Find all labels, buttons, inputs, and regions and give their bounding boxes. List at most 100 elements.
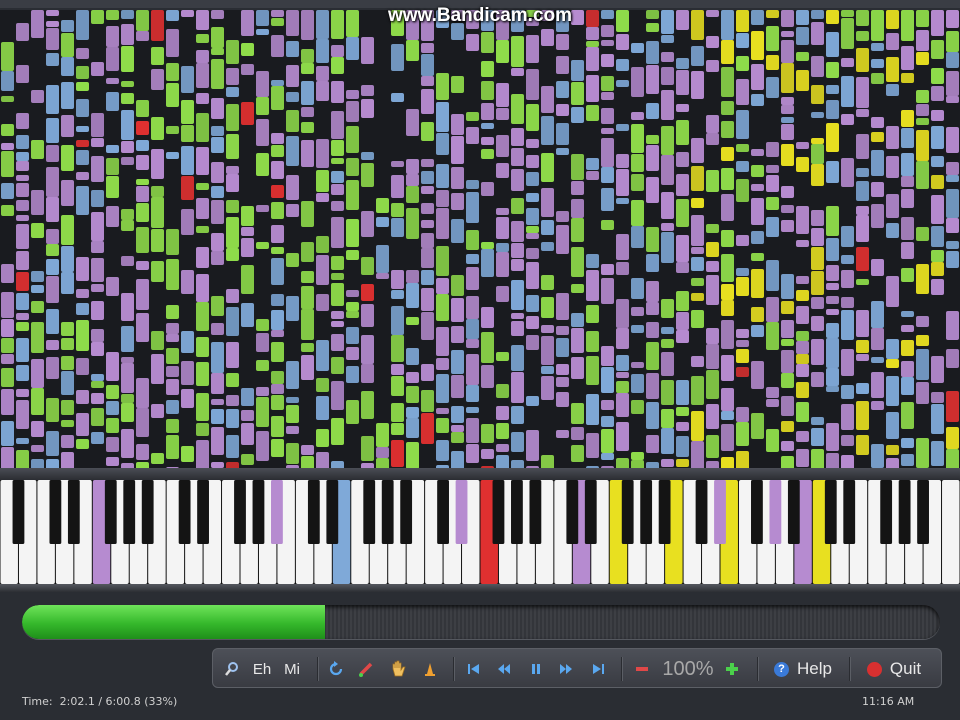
falling-note <box>601 188 614 211</box>
falling-note <box>781 350 794 373</box>
falling-note <box>856 77 869 108</box>
falling-note <box>676 407 689 416</box>
falling-note <box>451 219 464 243</box>
falling-note <box>316 39 329 63</box>
falling-note <box>886 445 899 455</box>
seek-bar[interactable] <box>22 605 940 639</box>
falling-note <box>211 48 224 55</box>
falling-note <box>736 422 749 446</box>
zoom-out-icon[interactable] <box>631 649 653 689</box>
falling-note <box>796 331 809 341</box>
falling-note <box>121 93 134 104</box>
falling-note <box>211 323 224 335</box>
falling-note <box>76 82 89 91</box>
falling-note <box>451 114 464 135</box>
falling-note <box>46 431 59 456</box>
falling-note <box>481 103 494 120</box>
falling-note <box>151 149 164 179</box>
falling-note <box>946 175 959 182</box>
quit-button[interactable]: Quit <box>857 649 931 689</box>
falling-note <box>661 409 674 428</box>
falling-note <box>931 110 944 121</box>
mi-button[interactable]: Mi <box>279 649 305 689</box>
falling-note <box>331 158 344 164</box>
falling-note <box>136 155 149 170</box>
falling-note <box>586 331 599 352</box>
falling-note <box>436 358 449 370</box>
falling-note <box>16 215 29 221</box>
zoom-in-icon[interactable] <box>721 649 743 689</box>
falling-note <box>676 152 689 167</box>
falling-note <box>736 367 749 377</box>
falling-note <box>436 294 449 321</box>
falling-note <box>931 195 944 224</box>
clock: 11:16 AM <box>862 695 915 708</box>
falling-note <box>106 145 119 153</box>
falling-note <box>661 352 674 376</box>
falling-note <box>751 184 764 191</box>
falling-note <box>496 243 509 252</box>
rewind-icon[interactable] <box>325 649 347 689</box>
falling-note <box>421 203 434 214</box>
falling-note <box>511 313 524 319</box>
falling-note <box>691 198 704 208</box>
falling-note <box>226 166 239 174</box>
falling-note <box>886 376 899 406</box>
falling-note <box>421 54 434 76</box>
falling-note <box>811 210 824 226</box>
help-button[interactable]: ? Help <box>765 649 841 689</box>
falling-note <box>391 364 404 375</box>
falling-note <box>181 100 194 124</box>
falling-note <box>856 435 869 455</box>
falling-note <box>196 113 209 142</box>
falling-note <box>781 396 794 416</box>
falling-note <box>661 52 674 62</box>
falling-note <box>241 388 254 406</box>
falling-note <box>331 171 344 183</box>
falling-note <box>256 333 269 352</box>
falling-note <box>526 193 539 202</box>
pencil-icon[interactable] <box>355 649 377 689</box>
falling-note <box>901 176 914 187</box>
falling-note <box>511 432 524 452</box>
black-key <box>621 480 634 544</box>
falling-note <box>1 368 14 387</box>
falling-note <box>901 268 914 282</box>
falling-note <box>601 54 614 67</box>
black-key <box>658 480 671 544</box>
falling-note <box>616 299 629 328</box>
falling-note <box>916 90 929 103</box>
falling-note <box>631 112 644 120</box>
falling-note <box>826 206 839 236</box>
eh-button[interactable]: Eh <box>249 649 275 689</box>
help-icon: ? <box>774 661 790 677</box>
falling-note <box>196 147 209 175</box>
step-back-icon[interactable] <box>493 649 515 689</box>
falling-note <box>946 31 959 52</box>
falling-note <box>526 248 539 259</box>
search-icon[interactable] <box>221 649 243 689</box>
hand-icon[interactable] <box>387 649 409 689</box>
falling-note <box>826 265 839 281</box>
falling-note <box>196 423 209 436</box>
falling-note <box>271 395 284 410</box>
falling-note <box>391 335 404 362</box>
step-forward-icon[interactable] <box>555 649 577 689</box>
skip-end-icon[interactable] <box>587 649 609 689</box>
falling-note <box>181 66 194 93</box>
pause-icon[interactable] <box>525 649 547 689</box>
falling-note <box>346 126 359 153</box>
falling-note <box>601 429 614 453</box>
falling-note <box>931 441 944 466</box>
falling-note <box>226 134 239 159</box>
metronome-icon[interactable] <box>419 649 441 689</box>
falling-note <box>556 430 569 438</box>
falling-note <box>136 408 149 437</box>
skip-start-icon[interactable] <box>463 649 485 689</box>
falling-note <box>46 145 59 162</box>
falling-note <box>61 371 74 395</box>
falling-note <box>826 296 839 304</box>
falling-note <box>706 435 719 458</box>
falling-note <box>661 192 674 219</box>
falling-note <box>196 183 209 190</box>
